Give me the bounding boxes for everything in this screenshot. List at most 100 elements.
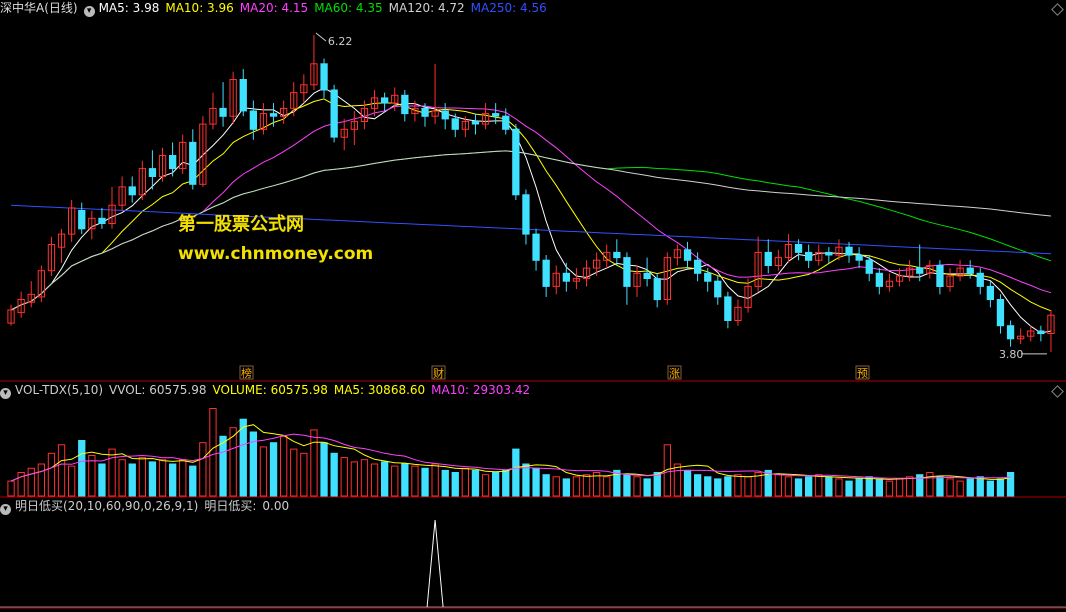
candle-body	[623, 257, 631, 287]
volume-bar	[724, 476, 732, 497]
candle-body	[764, 251, 772, 266]
volume-bar	[98, 463, 106, 497]
volume-bar	[552, 476, 560, 497]
candle-body	[169, 155, 177, 170]
volume-bar	[815, 474, 823, 497]
event-marker: 财	[433, 366, 444, 380]
volume-bar	[118, 459, 126, 497]
candle-body	[189, 141, 197, 185]
volume-bar	[714, 478, 722, 497]
volume-bar	[148, 461, 157, 497]
event-marker: 涨	[669, 367, 680, 380]
volume-bar	[199, 442, 207, 497]
volume-bar	[492, 472, 500, 497]
candle-body	[562, 272, 571, 282]
volume-bar	[673, 463, 682, 497]
volume-bar	[280, 435, 288, 497]
candle-body	[825, 251, 833, 256]
volume-bar	[421, 467, 429, 497]
candle-body	[532, 233, 540, 261]
candle-body	[643, 272, 651, 279]
volume-bar	[855, 478, 863, 497]
candle-body	[98, 217, 106, 225]
volume-bar	[865, 476, 873, 497]
candle-body	[320, 63, 328, 91]
candle-body	[1006, 325, 1015, 340]
volume-bar	[996, 478, 1005, 497]
volume-bar	[138, 457, 146, 497]
candle-body	[1037, 330, 1045, 335]
candle-body	[330, 89, 338, 138]
candle-body	[128, 186, 136, 196]
candle-body	[381, 97, 389, 104]
volume-bar	[431, 463, 439, 497]
candle-body	[441, 110, 449, 120]
volume-bar	[401, 463, 409, 497]
volume-bar	[290, 448, 298, 497]
candle-body	[875, 272, 884, 287]
candle-body	[694, 259, 702, 274]
volume-bar	[885, 480, 894, 497]
volume-bar	[704, 476, 712, 497]
kline-chart[interactable]: 6.22 3.80 榜 财 涨 预	[0, 0, 1066, 612]
volume-bar	[47, 452, 56, 497]
volume-bar	[744, 476, 752, 497]
volume-bar	[835, 478, 843, 497]
volume-bar	[906, 476, 914, 497]
volume-bar	[360, 459, 369, 497]
volume-bar	[976, 476, 984, 497]
volume-bar	[572, 476, 581, 497]
volume-bar	[391, 465, 399, 497]
volume-bar	[128, 463, 136, 497]
volume-bar	[330, 452, 338, 497]
volume-bar	[532, 467, 540, 497]
candle-body	[471, 120, 480, 125]
candle-body	[996, 299, 1005, 327]
indicator-spike	[426, 519, 444, 608]
candle-body	[502, 115, 510, 130]
volume-bar	[481, 474, 490, 497]
volume-bar	[441, 469, 449, 497]
volume-bar	[169, 463, 177, 497]
volume-bar	[542, 474, 550, 497]
volume-bar	[784, 476, 793, 497]
candle-body	[653, 278, 661, 301]
candle-body	[522, 194, 530, 235]
candle-body	[239, 79, 247, 112]
candle-body	[845, 246, 853, 256]
volume-bar	[895, 478, 904, 497]
volume-bar	[381, 461, 389, 497]
candle-body	[936, 265, 944, 287]
candle-body	[421, 107, 429, 117]
volume-bar	[78, 440, 86, 497]
volume-bar	[37, 463, 46, 497]
volume-bar	[1006, 472, 1015, 497]
volume-bar	[794, 478, 803, 497]
volume-bar	[825, 476, 833, 497]
volume-bar	[411, 465, 419, 497]
volume-bar	[209, 408, 217, 497]
ma10-line	[10, 98, 1052, 312]
volume-bar	[562, 478, 571, 497]
volume-bar	[623, 474, 631, 497]
volume-bar	[158, 459, 167, 497]
candle-body	[148, 168, 157, 178]
volume-bar	[310, 429, 318, 497]
high-price-label: 6.22	[328, 35, 353, 48]
candle-body	[219, 107, 227, 117]
volume-bar	[300, 452, 308, 497]
candle-body	[683, 249, 692, 261]
candle-body	[916, 267, 924, 274]
candle-body	[986, 285, 995, 300]
volume-bar	[269, 442, 278, 497]
volume-bar	[239, 418, 247, 497]
volume-bar	[522, 463, 530, 497]
candle-body	[724, 296, 732, 321]
candle-body	[794, 244, 803, 253]
event-marker: 预	[857, 367, 868, 380]
ma250-line	[10, 204, 1052, 255]
volume-bar	[643, 478, 651, 497]
volume-bar	[108, 448, 116, 497]
candle-body	[714, 280, 722, 298]
volume-bar	[189, 465, 197, 497]
